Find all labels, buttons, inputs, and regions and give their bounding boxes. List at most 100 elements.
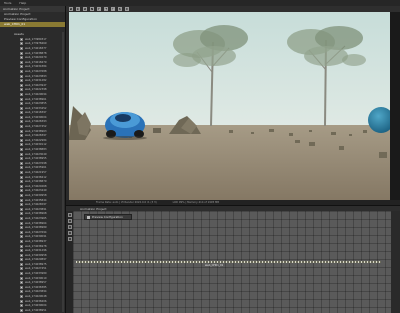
asset-tree: Assets web_173980317 web_173978469 web_174… — [0, 32, 64, 312]
asset-icon — [20, 102, 23, 106]
tree-item-label: web_174027452 — [25, 125, 47, 129]
node-icon — [87, 215, 90, 219]
tree-item-label: web_174034384 — [25, 65, 47, 69]
tree-item-label: web_174029094 — [25, 92, 47, 96]
tree-item-label: web_174038964 — [25, 221, 47, 225]
tree-item-label: web_174038975 — [25, 262, 47, 266]
asset-icon — [20, 184, 23, 188]
asset-icon — [20, 129, 23, 133]
timeline-track[interactable] — [76, 261, 381, 263]
asset-icon — [20, 304, 23, 308]
asset-icon — [20, 308, 23, 312]
asset-icon — [20, 120, 23, 124]
asset-icon — [20, 134, 23, 138]
tree-item-label: web_174038883 — [25, 148, 47, 152]
asset-icon — [20, 157, 23, 161]
asset-icon — [20, 60, 23, 64]
menu-tools[interactable]: Tools — [4, 1, 11, 5]
link-icon[interactable] — [67, 225, 72, 229]
asset-icon — [20, 79, 23, 83]
asset-icon — [20, 253, 23, 257]
scale-icon[interactable]: ⤢ — [90, 7, 94, 11]
asset-icon — [20, 244, 23, 248]
3d-viewport[interactable] — [69, 12, 390, 200]
asset-icon — [20, 83, 23, 87]
asset-icon — [20, 138, 23, 142]
settings-icon[interactable]: ⚙ — [125, 7, 129, 11]
render-icon[interactable]: ● — [111, 7, 115, 11]
tree-item-label: web_174039091 — [25, 235, 47, 239]
asset-icon — [20, 148, 23, 152]
tree-item-label: web_174039112 — [25, 143, 47, 147]
asset-icon — [20, 221, 23, 225]
grid-icon[interactable]: # — [118, 7, 122, 11]
asset-icon — [20, 161, 23, 165]
tree-item-label: web_174028397 — [25, 134, 47, 138]
rotate-icon[interactable]: ↻ — [83, 7, 87, 11]
camera-icon[interactable]: ▣ — [97, 7, 101, 11]
tree-item-label: web_173978469 — [25, 42, 47, 46]
zoom-icon[interactable] — [67, 231, 72, 235]
asset-icon — [20, 216, 23, 220]
asset-icon — [20, 166, 23, 170]
tree-item-label: web_174023947 — [25, 83, 47, 87]
asset-icon — [20, 111, 23, 115]
tree-item-label: web_174021957 — [25, 171, 47, 175]
tree-item-label: web_174023965 — [25, 216, 47, 220]
graph-toolbar — [66, 211, 73, 313]
tree-item-label: web_174027698 — [25, 161, 47, 165]
tree-item-label: web_174038963 — [25, 129, 47, 133]
asset-icon — [20, 74, 23, 78]
delete-icon[interactable] — [67, 219, 72, 223]
sidebar-row-scene[interactable]: web_CH01_01 — [0, 22, 65, 27]
tree-item-label: web_174038412 — [25, 175, 47, 179]
asset-icon — [20, 189, 23, 193]
asset-icon — [20, 180, 23, 184]
play-icon[interactable]: ▶ — [104, 7, 108, 11]
preview-config-node[interactable]: Preview Configuration — [84, 214, 132, 220]
asset-icon — [20, 212, 23, 216]
asset-icon — [20, 203, 23, 207]
tree-item-label: web_174039004 — [25, 304, 47, 308]
asset-icon — [20, 143, 23, 147]
select-icon[interactable]: ↖ — [69, 7, 73, 11]
tree-item-label: web_174027451 — [25, 267, 47, 271]
asset-icon — [20, 42, 23, 46]
tree-item-label: web_174023449 — [25, 189, 47, 193]
timeline-label: web_CH01_01 — [205, 264, 224, 267]
tree-item-label: web_174018377 — [25, 46, 47, 50]
tree-item-label: web_174027694 — [25, 230, 47, 234]
asset-icon — [20, 281, 23, 285]
asset-icon — [20, 198, 23, 202]
move-icon[interactable]: ✥ — [76, 7, 80, 11]
tree-item-label: web_174023049 — [25, 152, 47, 156]
tree-item-label: web_174038989 — [25, 226, 47, 230]
tree-item[interactable]: web_174038951 — [0, 308, 64, 312]
asset-icon — [20, 46, 23, 50]
asset-icon — [20, 239, 23, 243]
asset-icon — [20, 65, 23, 69]
tree-item-label: web_174033452 — [25, 106, 47, 110]
asset-icon — [20, 171, 23, 175]
graph-scrollbar[interactable] — [391, 211, 400, 313]
asset-icon — [20, 262, 23, 266]
sidebar-scrollbar[interactable] — [62, 32, 64, 312]
tree-item-label: web_174036978 — [25, 244, 47, 248]
add-node-icon[interactable] — [67, 213, 72, 217]
tree-item-label: web_174022984 — [25, 138, 47, 142]
asset-icon — [20, 230, 23, 234]
viewport-right-gutter — [390, 12, 400, 202]
asset-icon — [20, 115, 23, 119]
tree-item-label: web_174038937 — [25, 239, 47, 243]
menu-help[interactable]: Help — [19, 1, 26, 5]
tree-item-label: web_174023893 — [25, 74, 47, 78]
tree-item-label: web_174029048 — [25, 295, 47, 299]
frame-icon[interactable] — [67, 237, 72, 241]
asset-icon — [20, 276, 23, 280]
tree-item-label: web_174030958 — [25, 253, 47, 257]
asset-icon — [20, 207, 23, 211]
tree-item-label: web_174018479 — [25, 60, 47, 64]
tree-item-label: web_174023891 — [25, 207, 47, 211]
asset-icon — [20, 92, 23, 96]
asset-icon — [20, 175, 23, 179]
